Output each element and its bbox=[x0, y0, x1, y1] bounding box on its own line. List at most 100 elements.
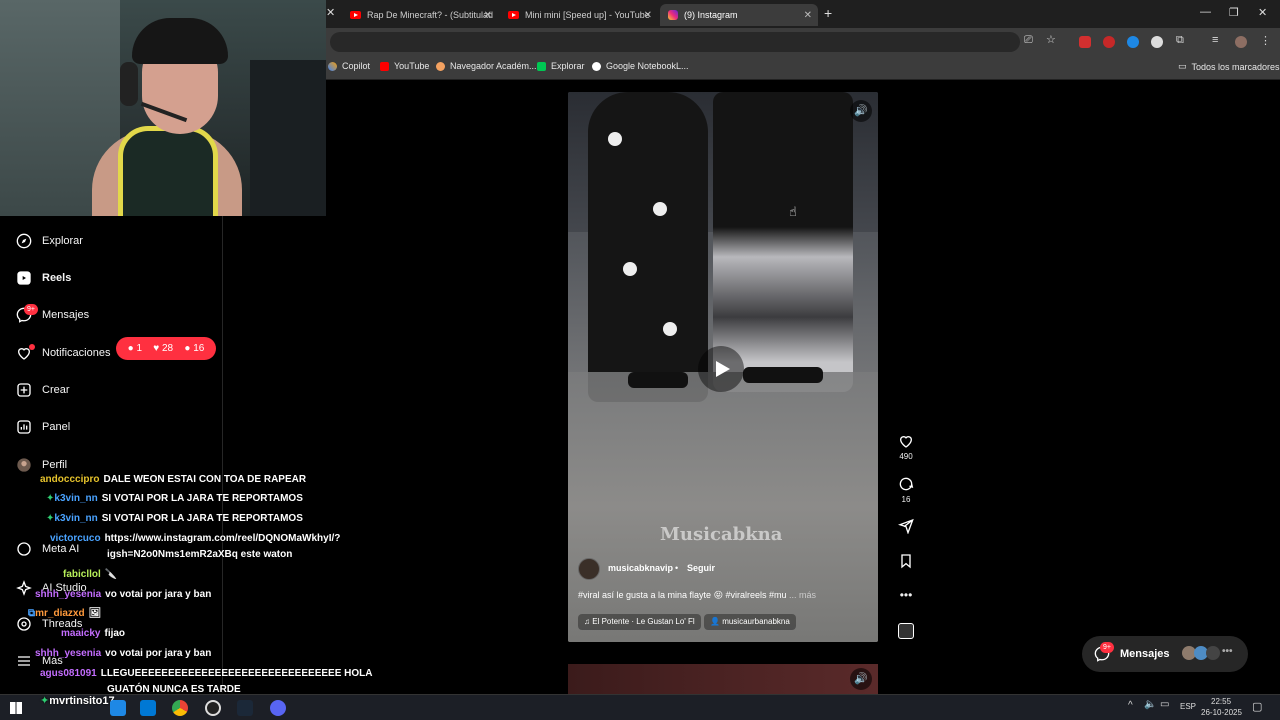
bookmark-icon bbox=[436, 61, 445, 71]
share-button[interactable] bbox=[897, 518, 915, 537]
comment-button[interactable]: 16 bbox=[897, 476, 915, 504]
like-count: 490 bbox=[899, 452, 913, 461]
omnibox[interactable] bbox=[330, 32, 1020, 52]
file-explorer-icon[interactable] bbox=[140, 700, 156, 716]
audio-thumbnail[interactable] bbox=[898, 623, 914, 639]
volume-icon[interactable]: 🔊 bbox=[850, 668, 872, 690]
profile-avatar[interactable] bbox=[1235, 36, 1247, 48]
hair bbox=[132, 18, 228, 64]
comment-count: ● 1 bbox=[128, 343, 142, 354]
translate-icon[interactable] bbox=[1127, 36, 1139, 48]
hand-cursor-icon: ☝ bbox=[789, 204, 797, 219]
puzzle-icon[interactable]: ⧉ bbox=[1176, 34, 1184, 47]
close-icon[interactable]: ✕ bbox=[484, 10, 492, 21]
play-button[interactable] bbox=[698, 346, 744, 392]
chrome-icon[interactable] bbox=[172, 700, 188, 716]
tab-label: (9) Instagram bbox=[684, 10, 738, 20]
cast-icon[interactable]: ⎚ bbox=[1024, 34, 1033, 47]
ellipsis-icon: ••• bbox=[899, 588, 913, 602]
new-tab-button[interactable]: + bbox=[824, 5, 832, 21]
like-button[interactable]: 490 bbox=[897, 433, 915, 461]
sidebar-item-label: Explorar bbox=[42, 235, 83, 247]
bookmark-label: Explorar bbox=[551, 61, 585, 71]
tab-instagram[interactable]: (9) Instagram ✕ bbox=[660, 4, 818, 26]
bookmark-navegador[interactable]: Navegador Académ... bbox=[436, 61, 537, 71]
sidebar-item-perfil[interactable]: Perfil bbox=[16, 457, 67, 473]
playlist-icon[interactable]: ≡ bbox=[1212, 34, 1218, 46]
tab-mini-mini[interactable]: Mini mini [Speed up] - YouTube ✕ bbox=[500, 4, 658, 26]
steam-icon[interactable] bbox=[237, 700, 253, 716]
restore-icon[interactable]: ❐ bbox=[1229, 6, 1239, 19]
language-indicator[interactable]: ESP bbox=[1180, 702, 1196, 711]
chat-message: ✦k3vin_nn SI VOTAI POR LA JARA TE REPORTA… bbox=[46, 493, 303, 504]
obs-icon[interactable] bbox=[205, 700, 221, 716]
notifications-pill[interactable]: ● 1 ♥ 28 ● 16 bbox=[116, 337, 216, 360]
chat-text: fijao bbox=[104, 628, 126, 639]
network-icon[interactable]: ▭ bbox=[1160, 699, 1169, 710]
sidebar-item-explorar[interactable]: Explorar bbox=[16, 233, 83, 249]
app-icon[interactable] bbox=[110, 700, 126, 716]
follow-button[interactable]: Seguir bbox=[687, 563, 715, 573]
reel-author-avatar[interactable] bbox=[578, 558, 600, 580]
reel-username[interactable]: musicabknavip bbox=[608, 563, 673, 573]
chat-username: fabicllol bbox=[63, 569, 101, 580]
reel-video[interactable]: 🔊 Musicabkna musicabknavip • Seguir #vir… bbox=[568, 92, 878, 642]
reel-caption: #viral así le gusta a la mina flayte 😝 #… bbox=[578, 590, 816, 601]
chat-text: LLEGUEEEEEEEEEEEEEEEEEEEEEEEEEEEEEEE HOL… bbox=[100, 668, 373, 679]
adblock-icon[interactable] bbox=[1079, 36, 1091, 48]
chat-text: 🔪 bbox=[104, 569, 118, 580]
bookmark-copilot[interactable]: Copilot bbox=[328, 61, 370, 71]
windows-taskbar: ✦mvrtinsito17 ^ 🔈 ▭ ESP 22:55 26-10-2025… bbox=[0, 694, 1280, 720]
youtube-icon bbox=[508, 11, 519, 19]
kebab-menu-icon[interactable]: ⋮ bbox=[1260, 34, 1271, 47]
chat-username: andocccipro bbox=[40, 474, 100, 484]
tagged-user-chip[interactable]: 👤 musicaurbanabkna bbox=[704, 614, 796, 630]
sidebar-item-crear[interactable]: Crear bbox=[16, 382, 70, 398]
volume-icon[interactable]: 🔊 bbox=[850, 100, 872, 122]
tab-rap-minecraft[interactable]: Rap De Minecraft? - (Subtitulad ✕ bbox=[342, 4, 498, 26]
clock-time[interactable]: 22:55 bbox=[1211, 697, 1231, 706]
next-reel-video[interactable]: 🔊 bbox=[568, 664, 878, 694]
bookmark-label: Navegador Académ... bbox=[450, 61, 537, 71]
notification-center-icon[interactable]: ▢ bbox=[1252, 700, 1262, 713]
kick-icon bbox=[537, 61, 546, 71]
windows-start-icon[interactable] bbox=[10, 702, 22, 714]
save-button[interactable] bbox=[897, 553, 915, 572]
chat-message: andocccipro DALE WEON ESTAI CON TOA DE RA… bbox=[40, 474, 306, 484]
discord-icon[interactable] bbox=[270, 700, 286, 716]
sidebar-item-reels[interactable]: Reels bbox=[16, 270, 71, 286]
chat-message: fabicllol 🔪 bbox=[63, 569, 117, 580]
flower-print bbox=[608, 132, 622, 146]
meta-ai-icon bbox=[17, 542, 31, 556]
bookmark-notebooklm[interactable]: Google NotebookL... bbox=[592, 61, 689, 71]
ai-studio-icon bbox=[16, 580, 32, 596]
pavement bbox=[568, 372, 878, 642]
extension-icon[interactable] bbox=[1103, 36, 1115, 48]
bookmark-youtube[interactable]: YouTube bbox=[380, 61, 429, 71]
comment-icon bbox=[899, 477, 914, 491]
sidebar-item-panel[interactable]: Panel bbox=[16, 419, 70, 435]
extension-icon[interactable] bbox=[1151, 36, 1163, 48]
minimize-icon[interactable]: — bbox=[1200, 6, 1211, 18]
star-icon[interactable]: ☆ bbox=[1046, 33, 1056, 46]
more-options-button[interactable]: ••• bbox=[897, 588, 915, 602]
ellipsis-icon: ••• bbox=[1222, 646, 1233, 657]
sidebar-item-label: Crear bbox=[42, 384, 70, 396]
person-icon: 👤 bbox=[710, 617, 723, 626]
avatar bbox=[17, 458, 31, 472]
close-window-icon[interactable]: ✕ bbox=[1258, 6, 1267, 19]
comment-count-value: 1 bbox=[136, 343, 143, 354]
more-link[interactable]: ... más bbox=[789, 590, 816, 600]
close-icon[interactable]: ✕ bbox=[804, 10, 812, 21]
heart-icon bbox=[899, 436, 913, 448]
chevron-up-icon[interactable]: ^ bbox=[1128, 700, 1133, 711]
clock-date[interactable]: 26-10-2025 bbox=[1201, 708, 1242, 717]
volume-icon[interactable]: 🔈 bbox=[1144, 699, 1156, 710]
tab-close-icon[interactable]: ✕ bbox=[326, 6, 335, 19]
sidebar-item-label: Perfil bbox=[42, 459, 68, 471]
all-bookmarks[interactable]: ▭ Todos los marcadores bbox=[1178, 61, 1280, 72]
bookmark-explorar[interactable]: Explorar bbox=[537, 61, 585, 71]
audio-chip[interactable]: ♫ El Potente · Le Gustan Lo' Fl bbox=[578, 614, 701, 630]
close-icon[interactable]: ✕ bbox=[644, 10, 652, 21]
bookmark-icon bbox=[901, 554, 911, 569]
